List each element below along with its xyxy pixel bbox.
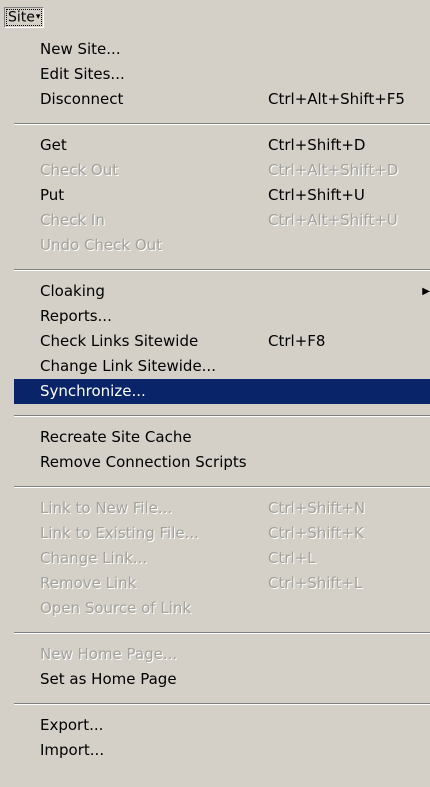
menu-item-change-link-sitewide[interactable]: Change Link Sitewide... bbox=[14, 354, 430, 379]
site-menu-button[interactable]: Site▾ bbox=[4, 7, 45, 28]
menu-bar: Site▾ bbox=[0, 0, 430, 32]
menu-item-shortcut: Ctrl+Alt+Shift+F5 bbox=[268, 90, 405, 108]
menu-item-label: Change Link Sitewide... bbox=[40, 357, 216, 375]
menu-item-new-home-page[interactable]: New Home Page... bbox=[14, 642, 430, 667]
menu-item-set-as-home-page[interactable]: Set as Home Page bbox=[14, 667, 430, 692]
menu-item-check-links-sitewide[interactable]: Check Links Sitewide Ctrl+F8 bbox=[14, 329, 430, 354]
menu-item-shortcut: Ctrl+F8 bbox=[268, 332, 326, 350]
menu-item-change-link[interactable]: Change Link... Ctrl+L bbox=[14, 546, 430, 571]
menu-item-label: Open Source of Link bbox=[40, 599, 192, 617]
menu-item-shortcut: Ctrl+L bbox=[268, 549, 316, 567]
menu-item-reports[interactable]: Reports... bbox=[14, 304, 430, 329]
menu-item-label: Put bbox=[40, 186, 65, 204]
menu-item-label: Import... bbox=[40, 741, 105, 759]
menu-item-disconnect[interactable]: Disconnect Ctrl+Alt+Shift+F5 bbox=[14, 87, 430, 112]
menu-item-shortcut: Ctrl+Shift+L bbox=[268, 574, 363, 592]
menu-separator bbox=[14, 632, 430, 634]
dropdown-caret-icon: ▾ bbox=[35, 12, 41, 22]
menu-item-label: Link to New File... bbox=[40, 499, 173, 517]
menu-item-label: Recreate Site Cache bbox=[40, 428, 192, 446]
menu-item-remove-link[interactable]: Remove Link Ctrl+Shift+L bbox=[14, 571, 430, 596]
menu-item-label: New Home Page... bbox=[40, 645, 178, 663]
menu-item-export[interactable]: Export... bbox=[14, 713, 430, 738]
menu-item-label: Set as Home Page bbox=[40, 670, 177, 688]
menu-item-label: Disconnect bbox=[40, 90, 124, 108]
menu-item-put[interactable]: Put Ctrl+Shift+U bbox=[14, 183, 430, 208]
menu-item-label: Edit Sites... bbox=[40, 65, 125, 83]
menu-item-label: Remove Connection Scripts bbox=[40, 453, 247, 471]
menu-item-label: Get bbox=[40, 136, 67, 154]
menu-item-link-to-new-file[interactable]: Link to New File... Ctrl+Shift+N bbox=[14, 496, 430, 521]
menu-item-undo-check-out[interactable]: Undo Check Out bbox=[14, 233, 430, 258]
site-menu-label: Site bbox=[8, 9, 35, 26]
submenu-arrow-icon: ▶ bbox=[422, 286, 430, 297]
menu-item-shortcut: Ctrl+Shift+N bbox=[268, 499, 366, 517]
menu-item-shortcut: Ctrl+Shift+U bbox=[268, 186, 365, 204]
menu-item-recreate-site-cache[interactable]: Recreate Site Cache bbox=[14, 425, 430, 450]
menu-item-label: Synchronize... bbox=[40, 382, 146, 400]
menu-item-label: Export... bbox=[40, 716, 104, 734]
menu-item-synchronize[interactable]: Synchronize... bbox=[14, 379, 430, 404]
menu-item-label: Check Out bbox=[40, 161, 119, 179]
menu-item-label: Undo Check Out bbox=[40, 236, 163, 254]
menu-item-shortcut: Ctrl+Shift+K bbox=[268, 524, 364, 542]
menu-separator bbox=[14, 269, 430, 271]
menu-item-get[interactable]: Get Ctrl+Shift+D bbox=[14, 133, 430, 158]
menu-item-label: Remove Link bbox=[40, 574, 137, 592]
menu-item-import[interactable]: Import... bbox=[14, 738, 430, 763]
menu-item-open-source-of-link[interactable]: Open Source of Link bbox=[14, 596, 430, 621]
site-dropdown-menu: New Site... Edit Sites... Disconnect Ctr… bbox=[14, 34, 430, 787]
menu-item-shortcut: Ctrl+Alt+Shift+U bbox=[268, 211, 398, 229]
menu-item-check-out[interactable]: Check Out Ctrl+Alt+Shift+D bbox=[14, 158, 430, 183]
menu-item-label: Check Links Sitewide bbox=[40, 332, 199, 350]
menu-separator bbox=[14, 703, 430, 705]
menu-item-new-site[interactable]: New Site... bbox=[14, 37, 430, 62]
menu-item-link-to-existing-file[interactable]: Link to Existing File... Ctrl+Shift+K bbox=[14, 521, 430, 546]
menu-separator bbox=[14, 415, 430, 417]
menu-item-label: Change Link... bbox=[40, 549, 148, 567]
menu-item-label: Cloaking bbox=[40, 282, 105, 300]
menu-item-cloaking[interactable]: Cloaking ▶ bbox=[14, 279, 430, 304]
menu-item-remove-connection-scripts[interactable]: Remove Connection Scripts bbox=[14, 450, 430, 475]
menu-separator bbox=[14, 123, 430, 125]
menu-separator bbox=[14, 486, 430, 488]
menu-item-check-in[interactable]: Check In Ctrl+Alt+Shift+U bbox=[14, 208, 430, 233]
menu-item-label: New Site... bbox=[40, 40, 121, 58]
menu-item-shortcut: Ctrl+Shift+D bbox=[268, 136, 366, 154]
menu-item-label: Reports... bbox=[40, 307, 112, 325]
menu-item-label: Check In bbox=[40, 211, 105, 229]
menu-item-label: Link to Existing File... bbox=[40, 524, 199, 542]
menu-item-edit-sites[interactable]: Edit Sites... bbox=[14, 62, 430, 87]
menu-item-shortcut: Ctrl+Alt+Shift+D bbox=[268, 161, 399, 179]
